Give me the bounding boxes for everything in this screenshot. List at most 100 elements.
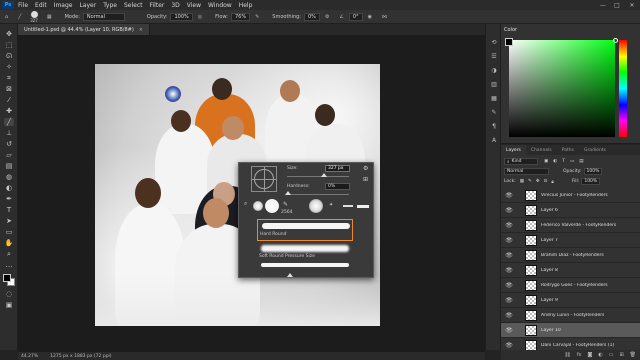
visibility-eye-icon[interactable]: 👁︎ [504,207,514,214]
visibility-eye-icon[interactable]: 👁︎ [504,297,514,304]
visibility-eye-icon[interactable]: 👁︎ [504,342,514,349]
visibility-eye-icon[interactable]: 👁︎ [504,192,514,199]
adjustment-layer-icon[interactable]: ◐ [598,352,602,358]
lock-position-icon[interactable]: ✥ [536,179,540,184]
filter-adjustment-icon[interactable]: ◐ [553,159,557,164]
lock-transparent-icon[interactable]: ▦ [520,179,524,184]
quick-select-tool-icon[interactable]: ✧ [4,63,14,71]
layer-row[interactable]: 👁︎ Vinícius Júnior - FootyRenders [501,188,640,203]
visibility-eye-icon[interactable]: 👁︎ [504,327,514,334]
history-panel-icon[interactable]: ⟲ [489,38,499,46]
size-input[interactable]: 327 px [325,165,350,172]
add-mask-icon[interactable]: ◙ [587,352,592,358]
layer-row[interactable]: 👁︎ Layer 10 [501,323,640,338]
type-tool-icon[interactable]: T [4,206,14,214]
gradient-tool-icon[interactable]: ▤ [4,162,14,170]
new-preset-icon[interactable]: ⊞ [363,176,368,183]
brush-settings-icon[interactable]: ▦ [47,14,52,20]
paragraph-panel-icon[interactable]: ¶ [489,122,499,130]
menu-file[interactable]: File [18,2,28,9]
layer-row[interactable]: 👁︎ Rodrygo Goes - FootyRenders [501,278,640,293]
layer-row[interactable]: 👁︎ Dani Carvajal - FootyRenders (1) [501,338,640,350]
menu-3d[interactable]: 3D [171,2,179,9]
menu-image[interactable]: Image [54,2,73,9]
menu-select[interactable]: Select [124,2,143,9]
layer-row[interactable]: 👁︎ Brahim Díaz - FootyRenders [501,248,640,263]
foreground-color[interactable] [3,274,11,282]
lock-artboard-icon[interactable]: ⊡ [544,179,548,184]
delete-layer-icon[interactable]: 🗑︎ [630,352,636,358]
picker-settings-icon[interactable]: ⚙ [363,165,368,172]
mode-select[interactable]: Normal [82,12,125,21]
airbrush-icon[interactable]: ✎ [255,14,259,20]
color-picker-handle[interactable] [613,38,618,43]
tab-paths[interactable]: Paths [557,145,579,155]
menu-layer[interactable]: Layer [79,2,96,9]
visibility-eye-icon[interactable]: 👁︎ [504,267,514,274]
menu-window[interactable]: Window [208,2,232,9]
hardness-slider[interactable] [287,194,349,195]
size-slider-thumb[interactable] [321,173,327,177]
brush-tool-icon[interactable]: ╱ [4,118,14,126]
move-tool-icon[interactable]: ✥ [4,30,14,38]
lock-all-icon[interactable]: 🔒︎ [551,179,553,185]
angle-field[interactable]: 0° [348,12,363,21]
hardness-input[interactable]: 0% [325,183,350,190]
pressure-opacity-icon[interactable]: ◎ [198,14,202,20]
brush-tip-thumbnail[interactable]: ✦ [329,202,333,208]
foreground-background-swatch[interactable] [3,274,15,286]
menu-type[interactable]: Type [103,2,117,9]
eyedropper-tool-icon[interactable]: ⁄ [4,96,14,104]
shape-tool-icon[interactable]: ▭ [4,228,14,236]
preview-size-slider-thumb[interactable] [287,273,293,277]
minimize-icon[interactable]: — [596,0,610,10]
flow-field[interactable]: 76% [230,12,251,21]
new-layer-icon[interactable]: ⊞ [619,352,623,358]
layer-row[interactable]: 👁︎ Layer 6 [501,203,640,218]
visibility-eye-icon[interactable]: 👁︎ [504,222,514,229]
filter-smart-object-icon[interactable]: ▤ [579,159,583,164]
adjustments-panel-icon[interactable]: ◑ [489,66,499,74]
tab-gradients[interactable]: Gradients [579,145,611,155]
smoothing-options-icon[interactable]: ⚙ [325,14,329,20]
menu-edit[interactable]: Edit [35,2,47,9]
brush-tip-thumbnail[interactable] [343,205,353,207]
brush-preset-button[interactable]: 327 [30,10,38,23]
character-panel-icon[interactable]: A [489,136,499,144]
properties-panel-icon[interactable]: ☰ [489,52,499,60]
link-layers-icon[interactable]: ⛓ [564,352,570,358]
visibility-eye-icon[interactable]: 👁︎ [504,237,514,244]
brush-tool-icon[interactable]: ╱ [18,14,21,20]
visibility-eye-icon[interactable]: 👁︎ [504,282,514,289]
layer-row[interactable]: 👁︎ Layer 8 [501,263,640,278]
visibility-eye-icon[interactable]: 👁︎ [504,252,514,259]
brush-tip-thumbnail[interactable] [357,205,369,208]
brush-tip-thumbnail[interactable]: ✎ [283,201,288,208]
menu-filter[interactable]: Filter [150,2,165,9]
more-tools-icon[interactable]: … [4,261,14,269]
menu-help[interactable]: Help [239,2,253,9]
frame-tool-icon[interactable]: ⊠ [4,85,14,93]
hand-tool-icon[interactable]: ✋ [4,239,14,247]
lasso-tool-icon[interactable]: ᘏ [4,52,14,60]
quick-mask-icon[interactable]: ◌ [4,290,14,298]
pressure-size-icon[interactable]: ◉ [368,14,372,20]
libraries-panel-icon[interactable]: ▥ [489,80,499,88]
layer-style-icon[interactable]: fx [577,352,582,358]
layer-row[interactable]: 👁︎ Layer 7 [501,233,640,248]
layer-list[interactable]: 👁︎ Vinícius Júnior - FootyRenders 👁︎ Layer … [501,188,640,350]
opacity-field[interactable]: 100% [170,12,193,21]
brush-angle-widget[interactable] [251,166,277,192]
history-brush-tool-icon[interactable]: ↺ [4,140,14,148]
crop-tool-icon[interactable]: ⌗ [4,74,14,82]
filter-shape-icon[interactable]: ▭ [570,159,574,164]
close-window-icon[interactable]: ✕ [625,0,639,10]
tab-channels[interactable]: Channels [526,145,557,155]
search-brushes-icon[interactable]: ⌕ [244,200,247,208]
brush-tip-thumbnail[interactable] [253,201,263,211]
preset-hard-round[interactable]: Hard Round [257,219,353,241]
document-tab[interactable]: Untitled-1.psd @ 44.4% (Layer 10, RGB/8#… [18,24,150,35]
path-select-tool-icon[interactable]: ➤ [4,217,14,225]
brush-tip-thumbnail[interactable] [309,199,323,213]
filter-type-icon[interactable]: T [562,159,565,164]
